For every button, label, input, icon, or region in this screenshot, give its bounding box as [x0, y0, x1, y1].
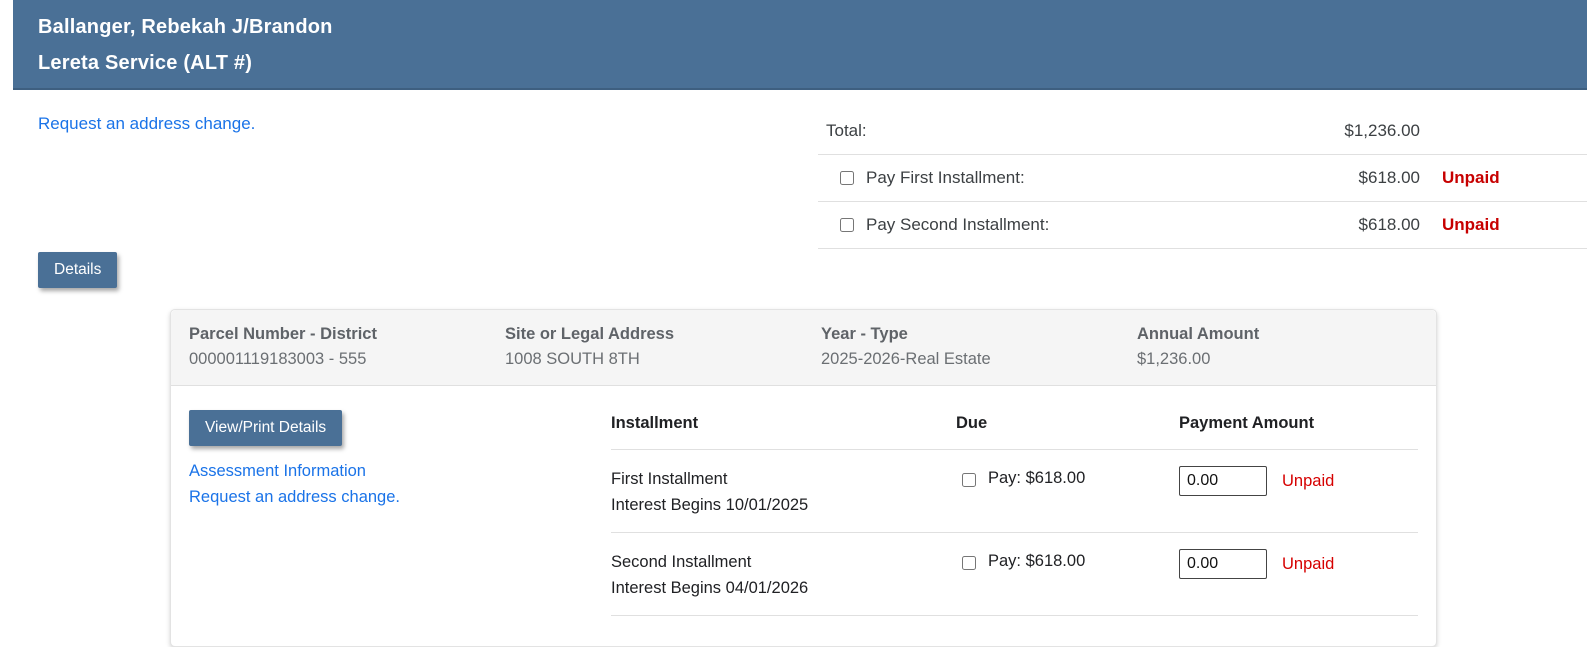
total-label: Total:: [826, 121, 867, 140]
parcel-number-label: Parcel Number - District: [189, 325, 377, 343]
parcel-number-value: 000001119183003 - 555: [189, 350, 367, 368]
year-type-label: Year - Type: [821, 325, 908, 343]
pay-first-installment-checkbox[interactable]: [840, 171, 854, 185]
row-pay-second-label: Pay: $618.00: [988, 552, 1086, 570]
installment-interest-note: Interest Begins 10/01/2025: [611, 496, 809, 514]
year-type-value: 2025-2026-Real Estate: [821, 350, 991, 368]
first-installment-status-badge: Unpaid: [1442, 168, 1500, 187]
row-second-status-badge: Unpaid: [1282, 554, 1335, 573]
parcel-summary-bar: Parcel Number - District 000001119183003…: [171, 310, 1436, 386]
year-type-column: Year - Type 2025-2026-Real Estate: [821, 322, 1137, 372]
second-payment-amount-input[interactable]: [1179, 549, 1267, 579]
pay-second-installment-label: Pay Second Installment:: [866, 215, 1050, 234]
annual-amount-column: Annual Amount $1,236.00: [1137, 322, 1418, 372]
total-row: Total: $1,236.00: [818, 108, 1587, 155]
pay-first-installment-label: Pay First Installment:: [866, 168, 1025, 187]
second-installment-amount: $618.00: [1358, 215, 1420, 234]
account-service-line: Lereta Service (ALT #): [38, 52, 253, 74]
installment-name: First Installment: [611, 470, 728, 488]
panel-body: View/Print Details Assessment Informatio…: [171, 386, 1436, 646]
due-column-header: Due: [956, 414, 988, 432]
first-installment-amount: $618.00: [1358, 168, 1420, 187]
first-installment-row: Pay First Installment: $618.00 Unpaid: [818, 155, 1587, 202]
second-installment-row: Pay Second Installment: $618.00 Unpaid: [818, 202, 1587, 249]
panel-actions: View/Print Details Assessment Informatio…: [189, 410, 611, 616]
first-payment-amount-input[interactable]: [1179, 466, 1267, 496]
table-row: First Installment Interest Begins 10/01/…: [611, 450, 1418, 533]
installment-table-header: Installment Due Payment Amount: [611, 410, 1418, 450]
table-row: Second Installment Interest Begins 04/01…: [611, 533, 1418, 616]
total-amount: $1,236.00: [1344, 121, 1420, 140]
site-address-column: Site or Legal Address 1008 SOUTH 8TH: [505, 322, 821, 372]
address-change-link[interactable]: Request an address change.: [38, 114, 255, 134]
totals-panel: Total: $1,236.00 Pay First Installment: …: [818, 108, 1587, 249]
annual-amount-value: $1,236.00: [1137, 350, 1211, 368]
page: Ballanger, Rebekah J/Brandon Lereta Serv…: [13, 0, 1587, 647]
assessment-information-link[interactable]: Assessment Information: [189, 458, 611, 484]
site-address-value: 1008 SOUTH 8TH: [505, 350, 640, 368]
installment-interest-note: Interest Begins 04/01/2026: [611, 579, 809, 597]
row-pay-second-checkbox[interactable]: [962, 556, 976, 570]
account-header: Ballanger, Rebekah J/Brandon Lereta Serv…: [13, 0, 1587, 90]
view-print-details-button[interactable]: View/Print Details: [189, 410, 343, 446]
annual-amount-label: Annual Amount: [1137, 325, 1260, 343]
details-panel: Parcel Number - District 000001119183003…: [170, 309, 1437, 647]
second-installment-status-badge: Unpaid: [1442, 215, 1500, 234]
pay-second-installment-checkbox[interactable]: [840, 218, 854, 232]
row-pay-first-label: Pay: $618.00: [988, 469, 1086, 487]
installment-column-header: Installment: [611, 414, 699, 432]
row-first-status-badge: Unpaid: [1282, 471, 1335, 490]
top-section: Request an address change. Total: $1,236…: [13, 90, 1587, 249]
installment-table: Installment Due Payment Amount First Ins…: [611, 410, 1418, 616]
panel-address-change-link[interactable]: Request an address change.: [189, 484, 611, 510]
row-pay-first-checkbox[interactable]: [962, 473, 976, 487]
parcel-number-column: Parcel Number - District 000001119183003…: [189, 322, 505, 372]
site-address-label: Site or Legal Address: [505, 325, 675, 343]
payment-amount-column-header: Payment Amount: [1179, 414, 1315, 432]
details-button[interactable]: Details: [38, 252, 118, 288]
account-name: Ballanger, Rebekah J/Brandon: [38, 16, 333, 38]
installment-name: Second Installment: [611, 553, 752, 571]
